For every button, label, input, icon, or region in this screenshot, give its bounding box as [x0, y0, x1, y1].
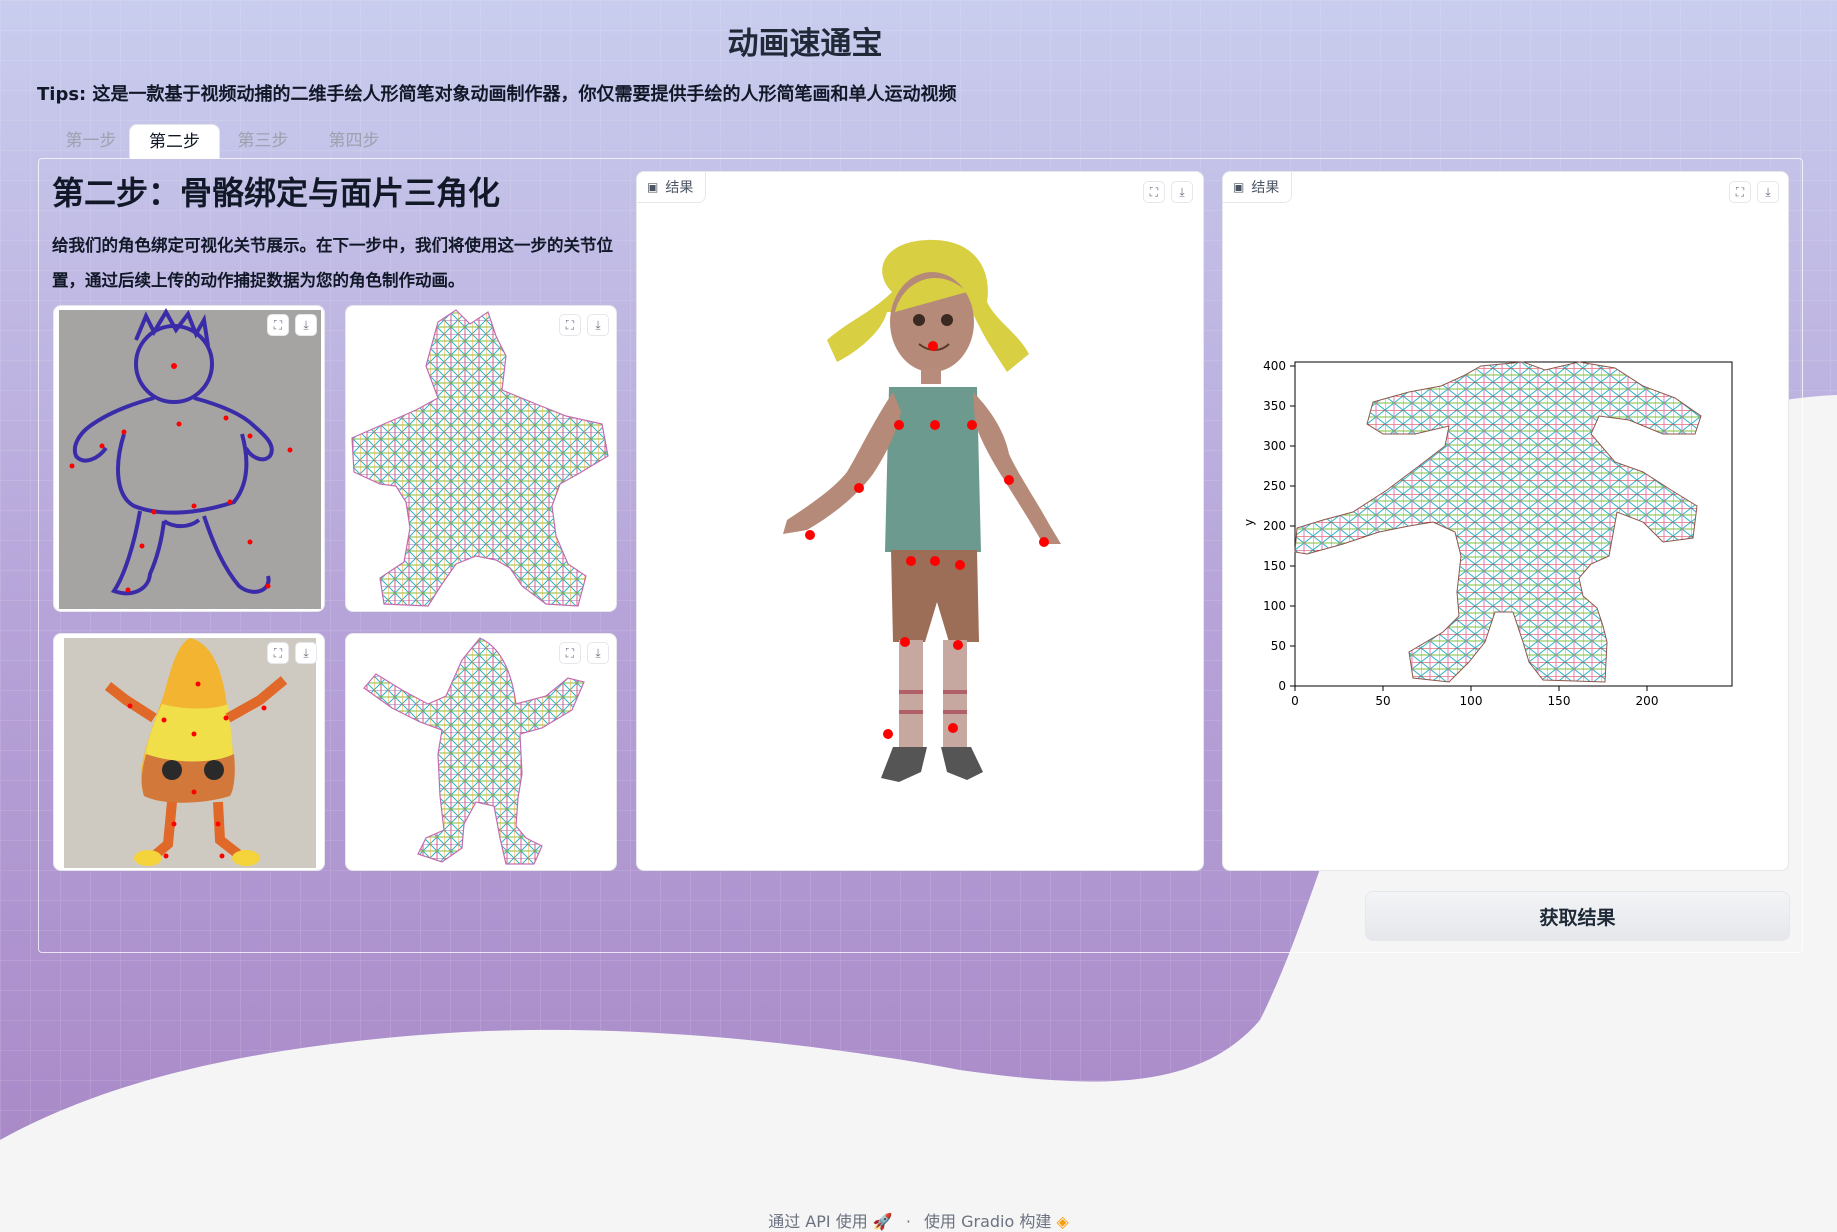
- download-icon[interactable]: ⤓: [295, 642, 317, 664]
- x-tick-label: 50: [1375, 694, 1390, 708]
- drawing-image-2: [64, 638, 316, 868]
- step-heading: 第二步：骨骼绑定与面片三角化: [52, 174, 501, 212]
- y-tick-label: 0: [1278, 679, 1286, 693]
- fullscreen-icon[interactable]: ⛶: [559, 642, 581, 664]
- y-tick-label: 300: [1263, 439, 1286, 453]
- mesh-image-1: [351, 309, 609, 607]
- footer: 通过 API 使用 🚀 · 使用 Gradio 构建 ◈: [0, 1208, 1837, 1232]
- get-result-button[interactable]: 获取结果: [1365, 891, 1790, 941]
- y-tick-label: 100: [1263, 599, 1286, 613]
- x-tick-label: 100: [1460, 694, 1483, 708]
- y-tick-label: 150: [1263, 559, 1286, 573]
- fullscreen-icon[interactable]: ⛶: [267, 314, 289, 336]
- gallery-image-mesh-1[interactable]: ⛶ ⤓: [345, 305, 617, 612]
- y-tick-label: 400: [1263, 359, 1286, 373]
- x-tick-label: 200: [1636, 694, 1659, 708]
- gallery-image-drawing-1[interactable]: ⛶ ⤓: [53, 305, 325, 612]
- step-description: 给我们的角色绑定可视化关节展示。在下一步中，我们将使用这一步的关节位置，通过后续…: [52, 236, 613, 290]
- app-title: 动画速通宝: [727, 26, 883, 62]
- x-tick-label: 150: [1548, 694, 1571, 708]
- tab-step-1[interactable]: 第一步: [50, 124, 132, 158]
- drawing-image-1: [59, 308, 321, 609]
- fullscreen-icon[interactable]: ⛶: [559, 314, 581, 336]
- tab-step-2[interactable]: 第二步: [129, 124, 220, 159]
- result-image-skeleton[interactable]: ▣ 结果 ⛶ ⤓: [636, 171, 1204, 871]
- tab-step-4[interactable]: 第四步: [313, 124, 395, 158]
- y-axis-label: y: [1242, 519, 1256, 526]
- gallery-image-mesh-2[interactable]: ⛶ ⤓: [345, 633, 617, 871]
- tab-step-3[interactable]: 第三步: [222, 124, 304, 158]
- x-tick-label: 0: [1291, 694, 1299, 708]
- download-icon[interactable]: ⤓: [587, 642, 609, 664]
- download-icon[interactable]: ⤓: [587, 314, 609, 336]
- tips-text: Tips: 这是一款基于视频动捕的二维手绘人形简笔对象动画制作器，你仅需要提供手…: [37, 84, 957, 105]
- skeleton-figure-image: [783, 239, 1061, 782]
- mesh-plot-figure: 0 50 100 150 200 0 50 100 150 200 250 300 350 400 y: [1242, 359, 1733, 708]
- y-tick-label: 350: [1263, 399, 1286, 413]
- gallery-image-drawing-2[interactable]: ⛶ ⤓: [53, 633, 325, 871]
- built-with-gradio-link[interactable]: 使用 Gradio 构建: [924, 1212, 1051, 1231]
- mesh-image-2: [363, 637, 585, 865]
- rocket-icon: 🚀: [872, 1212, 893, 1231]
- y-tick-label: 200: [1263, 519, 1286, 533]
- footer-separator: ·: [905, 1212, 911, 1231]
- use-via-api-link[interactable]: 通过 API 使用: [768, 1212, 868, 1231]
- y-tick-label: 250: [1263, 479, 1286, 493]
- result-mesh-plot[interactable]: ▣ 结果 ⛶ ⤓ 0 50 100 150 200 0 50 100 150 200 250 300 3…: [1222, 171, 1789, 871]
- gradio-logo-icon: ◈: [1056, 1212, 1069, 1231]
- download-icon[interactable]: ⤓: [295, 314, 317, 336]
- y-tick-label: 50: [1271, 639, 1286, 653]
- fullscreen-icon[interactable]: ⛶: [267, 642, 289, 664]
